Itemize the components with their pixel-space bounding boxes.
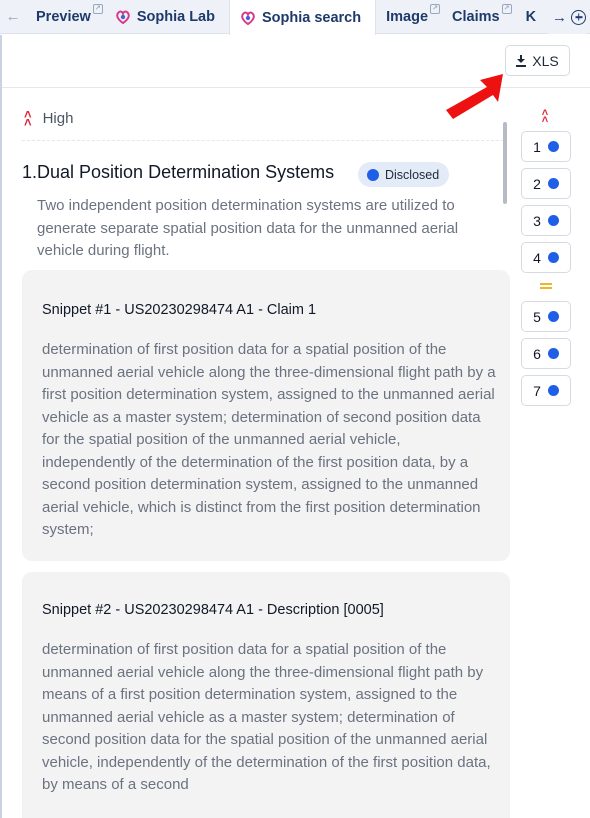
external-link-icon: ↗ [430, 4, 441, 14]
export-xls-label: XLS [532, 52, 559, 69]
item-description: Two independent position determination s… [37, 197, 459, 259]
tab-label: Sophia search [261, 9, 362, 26]
nav-item-number: 2 [533, 175, 541, 192]
nav-priority-high-icon: ˄ ˄ [541, 107, 549, 126]
nav-item-button[interactable]: 6 [521, 338, 571, 369]
nav-item-number: 6 [533, 345, 541, 362]
back-arrow-icon[interactable]: ← [0, 0, 26, 33]
nav-item-button[interactable]: 3 [521, 205, 571, 236]
status-badge: Disclosed [358, 162, 450, 187]
nav-item-dot [547, 215, 559, 226]
snippet-title: Snippet #2 - US20230298474 A1 - Descript… [42, 602, 384, 618]
status-dot [367, 168, 379, 181]
nav-item-button[interactable]: 2 [521, 168, 571, 199]
sophia-logo-icon [241, 11, 255, 25]
external-link-icon: ↗ [501, 4, 512, 14]
snippet-card: Snippet #1 - US20230298474 A1 - Claim 1 … [22, 270, 510, 561]
export-xls-button[interactable]: XLS [505, 45, 570, 76]
tab-preview[interactable]: Preview ↗ [26, 0, 105, 33]
tab-label: Preview [36, 8, 91, 25]
snippet-card: Snippet #2 - US20230298474 A1 - Descript… [22, 572, 510, 818]
tab-sophia-lab[interactable]: Sophia Lab [105, 0, 229, 33]
snippet-title: Snippet #1 - US20230298474 A1 - Claim 1 [42, 302, 317, 318]
priority-group-header[interactable]: ˄ ˄ High [24, 106, 74, 130]
nav-item-number: 1 [533, 138, 541, 155]
tab-bar: ← Preview ↗ Sophia Lab Sophia search Ima… [0, 0, 590, 35]
priority-high-icon: ˄ ˄ [24, 106, 32, 130]
nav-item-number: 5 [533, 308, 541, 325]
tab-label: K [525, 8, 537, 25]
nav-item-dot [547, 252, 559, 263]
annotation-arrow-icon [446, 74, 503, 119]
nav-item-button[interactable]: 5 [521, 301, 571, 332]
tab-overflow[interactable]: K [514, 0, 536, 33]
tab-image[interactable]: Image ↗ [376, 0, 442, 33]
tab-tools: → [548, 0, 586, 34]
group-divider [22, 140, 504, 141]
panel-edge [0, 35, 2, 818]
snippet-text: determination of first position data for… [42, 341, 496, 538]
nav-priority-medium-icon [540, 283, 552, 289]
item-title: 1.Dual Position Determination Systems [22, 162, 335, 182]
nav-item-number: 4 [533, 249, 541, 266]
snippet-text: determination of first position data for… [42, 641, 491, 793]
scrollbar-thumb[interactable] [503, 122, 507, 204]
nav-item-dot [547, 348, 559, 359]
status-badge-label: Disclosed [385, 167, 440, 182]
nav-item-number: 7 [533, 382, 541, 399]
download-icon [516, 54, 527, 67]
tab-sophia-search[interactable]: Sophia search [228, 0, 377, 35]
nav-item-button[interactable]: 4 [521, 242, 571, 273]
add-tab-icon[interactable] [571, 9, 586, 25]
nav-item-dot [547, 385, 559, 396]
priority-label: High [42, 110, 74, 127]
tab-label: Image [386, 8, 429, 25]
nav-item-number: 3 [533, 212, 541, 229]
nav-item-button[interactable]: 1 [521, 131, 571, 162]
nav-item-dot [547, 311, 559, 322]
tab-label: Sophia Lab [136, 8, 215, 25]
nav-item-dot [547, 141, 559, 152]
sophia-logo-icon [116, 10, 130, 24]
tab-label: Claims [452, 8, 500, 25]
tab-claims[interactable]: Claims ↗ [442, 0, 514, 33]
arrow-right-icon[interactable]: → [552, 9, 567, 26]
nav-item-dot [547, 178, 559, 189]
external-link-icon: ↗ [92, 4, 103, 14]
nav-item-button[interactable]: 7 [521, 375, 571, 406]
